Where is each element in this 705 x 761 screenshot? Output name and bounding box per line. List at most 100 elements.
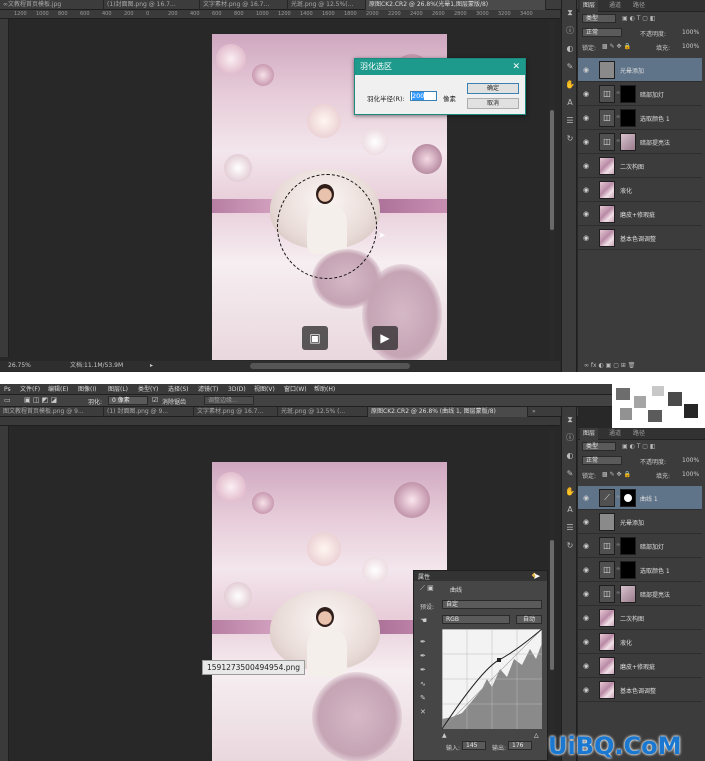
menu-layer[interactable]: 图层(L) — [108, 384, 128, 395]
output-value[interactable]: 176 — [508, 741, 532, 750]
eye-icon[interactable]: ◉ — [583, 90, 589, 98]
layer-row[interactable]: ◉ ◫ ∞ 暗部提亮法 — [578, 582, 702, 606]
tab-doc-1[interactable]: 图文教程首页模板.png @ 9... — [0, 407, 104, 417]
ok-button[interactable]: 确定 — [467, 83, 519, 94]
input-value[interactable]: 145 — [462, 741, 486, 750]
rotate-icon[interactable]: ↻ — [565, 541, 575, 551]
marquee-tool-icon[interactable]: ▭ — [4, 396, 11, 404]
layer-mask-thumbnail[interactable] — [620, 109, 636, 127]
menu-help[interactable]: 帮助(H) — [314, 384, 335, 395]
eye-icon[interactable]: ◉ — [583, 234, 589, 242]
refine-edge-button[interactable]: 调整边缘... — [204, 396, 254, 405]
layer-mask-thumbnail[interactable] — [620, 133, 636, 151]
canvas-photo[interactable] — [212, 462, 447, 761]
history-icon[interactable]: ⧗ — [565, 8, 575, 18]
info-icon[interactable]: ⓘ — [565, 433, 575, 443]
opacity-value[interactable]: 100% — [682, 29, 699, 36]
fill-value[interactable]: 100% — [682, 43, 699, 50]
channel-select[interactable]: RGB — [442, 615, 510, 624]
menu-3d[interactable]: 3D(D) — [228, 384, 246, 395]
tab-channels[interactable]: 通道 — [606, 0, 624, 12]
horizontal-scrollbar[interactable] — [250, 363, 410, 369]
menu-file[interactable]: 文件(F) — [20, 384, 40, 395]
eye-icon[interactable]: ◉ — [583, 614, 589, 622]
scroll-thumb[interactable] — [550, 110, 554, 230]
blend-mode-select[interactable]: 正常 — [582, 28, 622, 37]
layer-mask-thumbnail[interactable] — [620, 561, 636, 579]
feather-input[interactable]: 0 像素 — [108, 396, 148, 405]
filter-icons[interactable]: ▣ ◐ T ▢ ◧ — [622, 15, 656, 22]
play-icon[interactable]: ▶ — [372, 326, 398, 350]
tab-paths[interactable]: 路径 — [630, 428, 648, 440]
eye-icon[interactable]: ◉ — [583, 518, 589, 526]
eye-icon[interactable]: ◉ — [583, 114, 589, 122]
menu-edit[interactable]: 编辑(E) — [48, 384, 68, 395]
brush-icon[interactable]: ✎ — [565, 469, 575, 479]
brush-icon[interactable]: ✎ — [565, 62, 575, 72]
sliders-icon[interactable]: ☰ — [565, 523, 575, 533]
zoom-level[interactable]: 26.75% — [8, 361, 31, 371]
filter-kind-select[interactable]: 类型 — [582, 442, 616, 451]
filter-kind-select[interactable]: 类型 — [582, 14, 616, 23]
auto-button[interactable]: 自动 — [516, 615, 542, 624]
screen-icon[interactable]: ▣ — [302, 326, 328, 350]
tab-doc-2[interactable]: (1) 封面图.png @ 9... — [104, 407, 194, 417]
layer-mask-thumbnail[interactable] — [620, 537, 636, 555]
info-icon[interactable]: ⓘ — [565, 26, 575, 36]
menu-image[interactable]: 图像(I) — [78, 384, 96, 395]
eye-icon[interactable]: ◉ — [583, 566, 589, 574]
menu-type[interactable]: 类型(Y) — [138, 384, 158, 395]
text-icon[interactable]: A — [565, 98, 575, 108]
layer-mask-thumbnail[interactable] — [620, 585, 636, 603]
tab-doc-1[interactable]: ∞文教程首页模板.jpg — [0, 0, 104, 10]
selection-marquee[interactable] — [277, 174, 377, 279]
status-arrow-icon[interactable]: ▸ — [150, 361, 153, 371]
eye-icon[interactable]: ◉ — [583, 662, 589, 670]
layer-row[interactable]: ◉ ◫ ∞ 选取颜色 1 — [578, 106, 702, 130]
layer-row[interactable]: ◉ 二次构图 — [578, 154, 702, 178]
tab-doc-active[interactable]: 原图CK2.CR2 @ 26.8% (曲线 1, 图层蒙版/8) — [368, 407, 528, 417]
rotate-icon[interactable]: ↻ — [565, 134, 575, 144]
tab-paths[interactable]: 路径 — [630, 0, 648, 12]
adjust-icon[interactable]: ◐ — [565, 451, 575, 461]
lock-icons[interactable]: ▩ ✎ ✥ 🔒 — [602, 43, 631, 50]
tab-channels[interactable]: 通道 — [606, 428, 624, 440]
layer-row[interactable]: ◉ ◫ ∞ 暗部提亮法 — [578, 130, 702, 154]
tab-doc-3[interactable]: 文字素材.png @ 16.7... — [194, 407, 278, 417]
eye-icon[interactable]: ◉ — [583, 138, 589, 146]
layer-row[interactable]: ◉ 液化 — [578, 178, 702, 202]
more-tabs-icon[interactable]: » — [532, 407, 536, 417]
layer-row[interactable]: ◉ 磨皮+修瑕疵 — [578, 654, 702, 678]
text-icon[interactable]: A — [565, 505, 575, 515]
sliders-icon[interactable]: ☰ — [565, 116, 575, 126]
app-icon[interactable]: Ps — [4, 384, 11, 395]
tab-doc-2[interactable]: (1)封面图.png @ 16.7... — [104, 0, 200, 10]
hand-icon[interactable]: ✋ — [565, 487, 575, 497]
lock-icons[interactable]: ▩ ✎ ✥ 🔒 — [602, 471, 631, 478]
eye-icon[interactable]: ◉ — [583, 186, 589, 194]
cancel-button[interactable]: 取消 — [467, 98, 519, 109]
tab-layers[interactable]: 图层 — [580, 428, 599, 440]
eye-icon[interactable]: ◉ — [583, 638, 589, 646]
eye-icon[interactable]: ◉ — [583, 210, 589, 218]
preset-select[interactable]: 自定 — [442, 600, 542, 609]
scroll-thumb[interactable] — [550, 540, 554, 670]
layer-row[interactable]: ◉ ◫ ∞ 暗部加灯 — [578, 534, 702, 558]
hand-icon[interactable]: ✋ — [565, 80, 575, 90]
tab-layers[interactable]: 图层 — [580, 0, 599, 12]
blend-mode-select[interactable]: 正常 — [582, 456, 622, 465]
eye-icon[interactable]: ◉ — [583, 494, 589, 502]
layer-row[interactable]: ◉ 光晕添加 — [578, 58, 702, 82]
feather-radius-input[interactable]: 200 — [410, 91, 437, 101]
menu-view[interactable]: 视图(V) — [254, 384, 275, 395]
vertical-scrollbar[interactable] — [549, 430, 555, 761]
eye-icon[interactable]: ◉ — [583, 66, 589, 74]
vertical-scrollbar[interactable] — [549, 20, 555, 360]
curve-point[interactable] — [497, 658, 501, 662]
layer-row[interactable]: ◉ 基本色调调整 — [578, 226, 702, 250]
white-point-icon[interactable]: △ — [534, 732, 539, 739]
eyedropper-icons[interactable]: ✒ ✒ ✒ ∿ ✎ ✕ — [420, 635, 426, 719]
menu-filter[interactable]: 滤镜(T) — [198, 384, 218, 395]
filter-icons[interactable]: ▣ ◐ T ▢ ◧ — [622, 443, 656, 450]
layer-row[interactable]: ◉ 二次构图 — [578, 606, 702, 630]
